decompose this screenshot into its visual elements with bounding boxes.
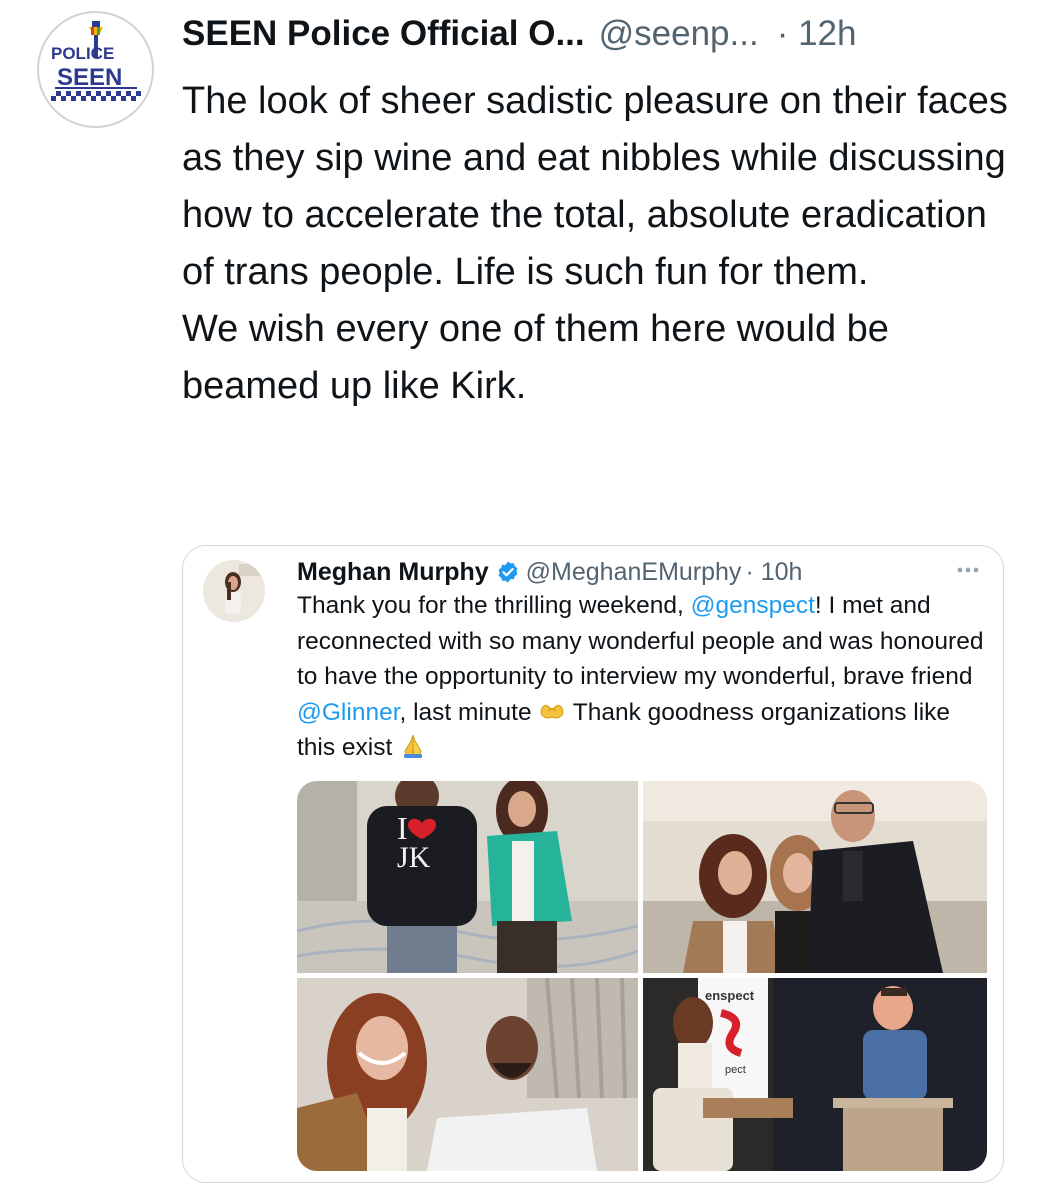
quoted-header: Meghan Murphy @MeghanEMurphy · 10h: [297, 554, 977, 590]
photo-grid: I JK enspect pect: [297, 781, 987, 1171]
photo-2[interactable]: [643, 781, 987, 973]
photo-1[interactable]: I JK: [297, 781, 638, 973]
quoted-text-part1: Thank you for the thrilling weekend,: [297, 592, 691, 619]
quoted-display-name[interactable]: Meghan Murphy: [297, 558, 489, 587]
post-paragraph-2: We wish every one of them here would be …: [182, 308, 889, 407]
quoted-tweet[interactable]: Meghan Murphy @MeghanEMurphy · 10h Thank…: [182, 545, 1004, 1183]
folded-hands-emoji: [399, 732, 427, 760]
mention-glinner[interactable]: @Glinner: [297, 699, 400, 726]
heart-hands-emoji: [538, 697, 566, 725]
photo-3[interactable]: [297, 978, 638, 1171]
avatar-text-police: POLICE: [51, 44, 114, 63]
author-avatar[interactable]: POLICE SEEN: [37, 11, 154, 128]
quoted-timestamp[interactable]: · 10h: [745, 558, 802, 587]
banner-text-top: enspect: [705, 988, 755, 1003]
post-paragraph-1: The look of sheer sadistic pleasure on t…: [182, 80, 1008, 293]
author-handle[interactable]: @seenp...: [599, 14, 759, 54]
mention-genspect[interactable]: @genspect: [691, 592, 815, 619]
author-display-name[interactable]: SEEN Police Official O...: [182, 14, 585, 54]
quoted-body: Thank you for the thrilling weekend, @ge…: [297, 588, 987, 766]
avatar-text-seen: SEEN: [57, 64, 122, 91]
quoted-handle[interactable]: @MeghanEMurphy: [526, 558, 742, 587]
more-options-icon[interactable]: [953, 560, 983, 580]
checkered-band: [51, 91, 141, 101]
quoted-text-part3: , last minute: [399, 698, 539, 726]
banner-text-bottom: pect: [725, 1064, 746, 1076]
shirt-text-jk: JK: [397, 841, 431, 874]
post-body: The look of sheer sadistic pleasure on t…: [182, 73, 1022, 415]
verified-badge-icon: [496, 560, 520, 584]
post-header: SEEN Police Official O... @seenp... · 12…: [182, 14, 1022, 60]
quoted-author-avatar[interactable]: [203, 560, 265, 622]
photo-4[interactable]: enspect pect: [643, 978, 987, 1171]
post-timestamp[interactable]: · 12h: [777, 14, 857, 54]
